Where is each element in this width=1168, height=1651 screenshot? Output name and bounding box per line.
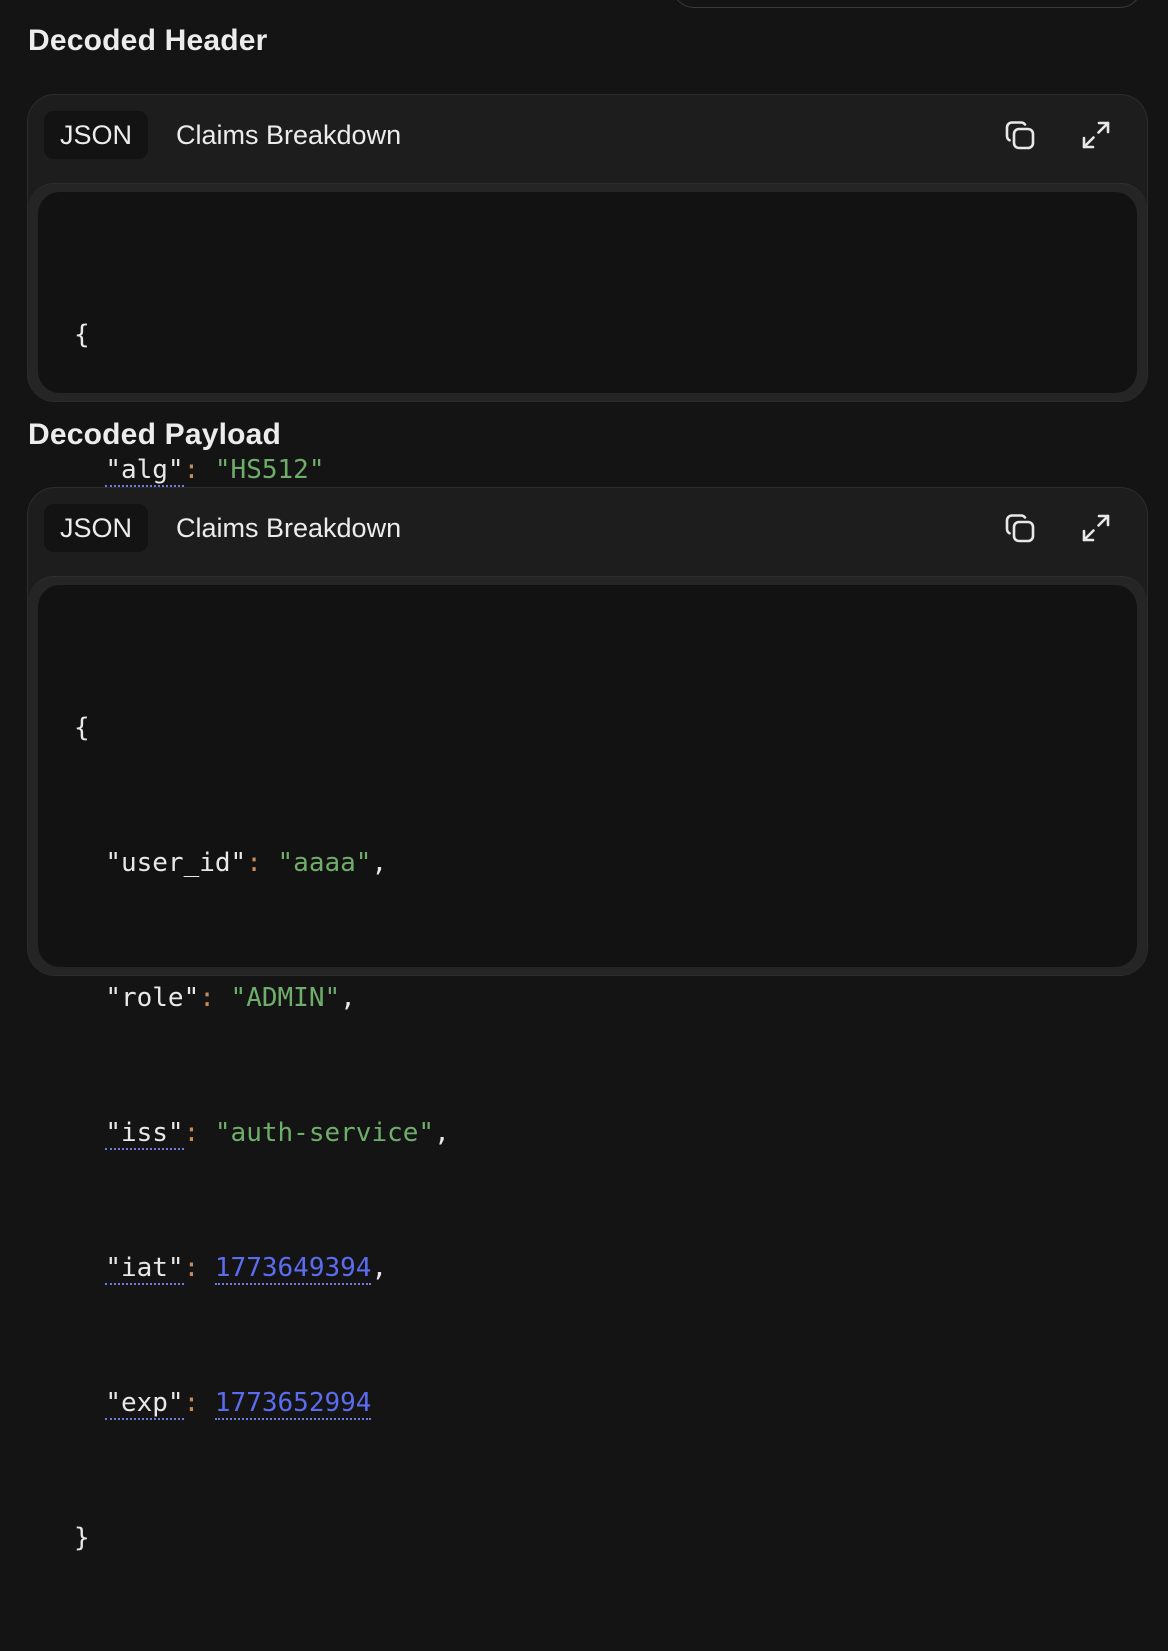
copy-icon	[1003, 511, 1037, 545]
header-code-block[interactable]: { "alg": "HS512" }	[38, 192, 1137, 620]
copy-button[interactable]	[1000, 508, 1040, 548]
expand-button[interactable]	[1076, 115, 1116, 155]
close-brace: }	[74, 1523, 90, 1553]
search-field-edge	[672, 0, 1142, 8]
copy-icon	[1003, 118, 1037, 152]
copy-button[interactable]	[1000, 115, 1040, 155]
json-colon: :	[183, 1118, 200, 1148]
expand-icon	[1080, 119, 1112, 151]
json-string-value: "ADMIN"	[230, 983, 341, 1013]
payload-tabbar: JSON Claims Breakdown	[28, 488, 1147, 576]
json-colon: :	[199, 983, 215, 1013]
json-colon: :	[246, 848, 262, 878]
decoded-payload-title: Decoded Payload	[28, 418, 282, 451]
tab-json[interactable]: JSON	[44, 111, 149, 159]
json-key: "user_id"	[105, 848, 247, 878]
json-number-value[interactable]: 1773649394	[214, 1253, 372, 1285]
json-string-value: "aaaa"	[277, 848, 372, 878]
json-string-value: "HS512"	[214, 455, 325, 485]
expand-button[interactable]	[1076, 508, 1116, 548]
expand-icon	[1080, 512, 1112, 544]
tab-claims-breakdown[interactable]: Claims Breakdown	[176, 504, 401, 552]
payload-code-frame: { "user_id": "aaaa", "role": "ADMIN", "i…	[28, 576, 1147, 1553]
tab-json[interactable]: JSON	[44, 504, 149, 552]
tab-claims-breakdown[interactable]: Claims Breakdown	[176, 111, 401, 159]
json-colon: :	[183, 1388, 200, 1418]
decoded-payload-panel: JSON Claims Breakdown {"user_id": "aaaa…	[27, 487, 1148, 1553]
json-comma: ,	[340, 983, 356, 1013]
open-brace: {	[74, 713, 90, 743]
json-key[interactable]: "alg"	[105, 455, 184, 487]
json-comma: ,	[434, 1118, 450, 1148]
json-key[interactable]: "iat"	[105, 1253, 184, 1285]
decoded-header-title: Decoded Header	[28, 24, 268, 57]
json-colon: :	[183, 455, 200, 485]
json-key: "role"	[105, 983, 200, 1013]
header-tabbar: JSON Claims Breakdown	[28, 95, 1147, 183]
json-number-value[interactable]: 1773652994	[214, 1388, 372, 1420]
json-comma: ,	[371, 1253, 388, 1283]
json-colon: :	[183, 1253, 200, 1283]
json-comma: ,	[371, 848, 388, 878]
header-code-frame: { "alg": "HS512" }	[28, 183, 1147, 620]
payload-json: { "user_id": "aaaa", "role": "ADMIN", "i…	[74, 616, 450, 1651]
json-key[interactable]: "exp"	[105, 1388, 184, 1420]
payload-code-block[interactable]: { "user_id": "aaaa", "role": "ADMIN", "i…	[38, 585, 1137, 1553]
decoded-header-panel: JSON Claims Breakdown {"alg": "HS512"	[27, 94, 1148, 620]
open-brace: {	[74, 320, 90, 350]
json-key[interactable]: "iss"	[105, 1118, 184, 1150]
json-string-value: "auth-service"	[214, 1118, 435, 1148]
